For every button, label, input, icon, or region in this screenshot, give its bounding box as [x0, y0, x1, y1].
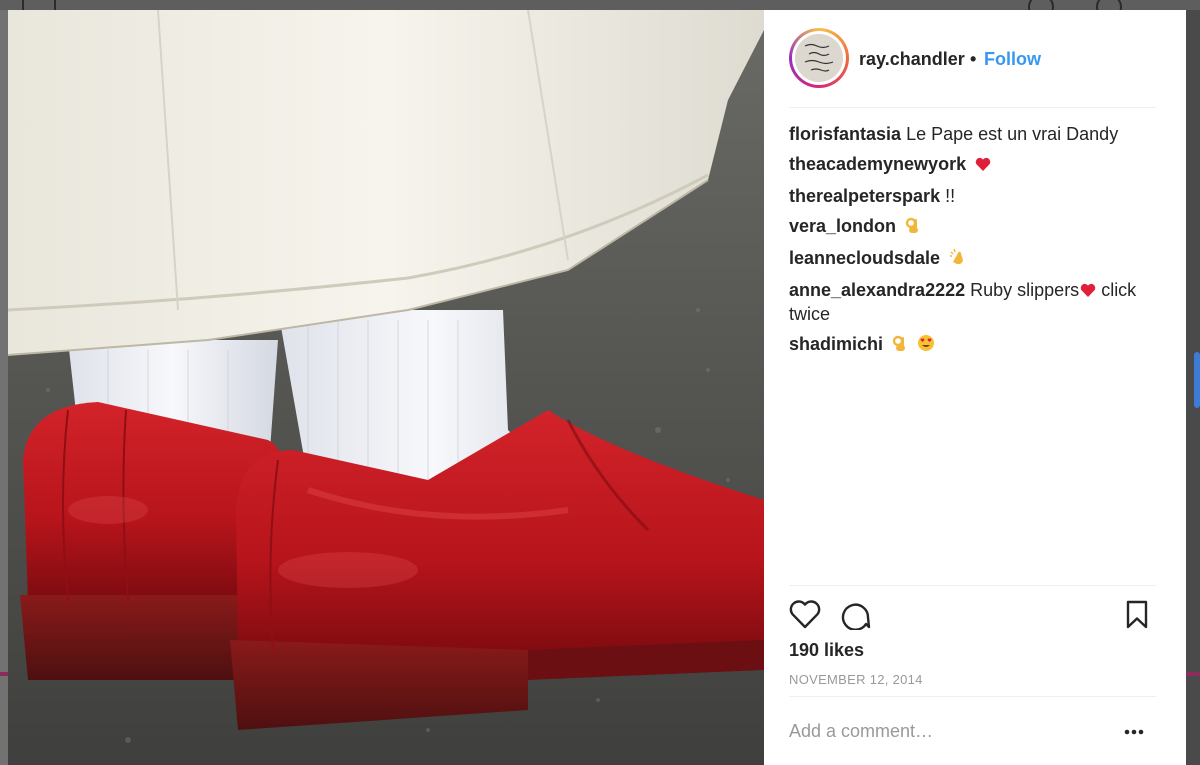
clapping-hands-emoji-icon [949, 248, 967, 271]
comments-list: florisfantasia Le Pape est un vrai Dandy… [789, 123, 1159, 365]
comment-author[interactable]: florisfantasia [789, 124, 901, 144]
comment-item: vera_london [789, 215, 1159, 239]
comment-item: anne_alexandra2222 Ruby slippers click t… [789, 279, 1159, 325]
post-date[interactable]: NOVEMBER 12, 2014 [789, 672, 923, 687]
comment-author[interactable]: theacademynewyork [789, 154, 966, 174]
heart-outline-icon[interactable] [789, 600, 821, 635]
background-accent [1194, 352, 1200, 408]
comment-text: Le Pape est un vrai Dandy [906, 124, 1119, 144]
separator-dot: • [970, 49, 977, 69]
post-header: ray.chandler • Follow [764, 10, 1186, 107]
comment-author[interactable]: vera_london [789, 216, 896, 236]
comment-item: florisfantasia Le Pape est un vrai Dandy [789, 123, 1159, 145]
comment-item: therealpeterspark !! [789, 185, 1159, 207]
comment-item: shadimichi [789, 333, 1159, 357]
comment-author[interactable]: leannecloudsdale [789, 248, 940, 268]
comment-text: !! [945, 186, 956, 206]
handwritten-note-avatar-icon [795, 34, 843, 82]
background-accent-line [1186, 672, 1200, 676]
header-divider [789, 107, 1156, 108]
post-sidebar: ray.chandler • Follow florisfantasia Le … [764, 10, 1186, 765]
heart-emoji-icon [1080, 281, 1096, 303]
comment-author[interactable]: shadimichi [789, 334, 883, 354]
heart-emoji-icon [975, 155, 991, 177]
comment-author[interactable]: therealpeterspark [789, 186, 940, 206]
heart-eyes-emoji-icon [917, 334, 935, 357]
comment-text: Ruby slippers [970, 280, 1080, 300]
speech-bubble-icon[interactable] [839, 600, 871, 635]
ok-hand-emoji-icon [905, 216, 921, 239]
actions-divider [789, 585, 1156, 586]
comment-author[interactable]: anne_alexandra2222 [789, 280, 965, 300]
ok-hand-emoji-icon [892, 334, 908, 357]
username-link[interactable]: ray.chandler [859, 49, 965, 70]
post-actions [789, 600, 1159, 634]
more-options-icon[interactable] [1114, 718, 1154, 744]
comment-item: theacademynewyork [789, 153, 1159, 177]
bookmark-icon[interactable] [1125, 600, 1149, 635]
background-top-bar [0, 0, 1200, 20]
comment-item: leannecloudsdale [789, 247, 1159, 271]
follow-button[interactable]: Follow [984, 49, 1041, 70]
red-shoes-photo [8, 10, 764, 765]
post-modal: ray.chandler • Follow florisfantasia Le … [8, 10, 1186, 765]
avatar[interactable] [789, 28, 849, 88]
post-photo[interactable] [8, 10, 764, 765]
avatar-illustration [795, 34, 843, 82]
likes-count[interactable]: 190 likes [789, 640, 864, 661]
add-comment-input[interactable] [789, 721, 1109, 742]
comment-box-divider [789, 696, 1156, 697]
avatar-ring-inner [792, 31, 846, 85]
